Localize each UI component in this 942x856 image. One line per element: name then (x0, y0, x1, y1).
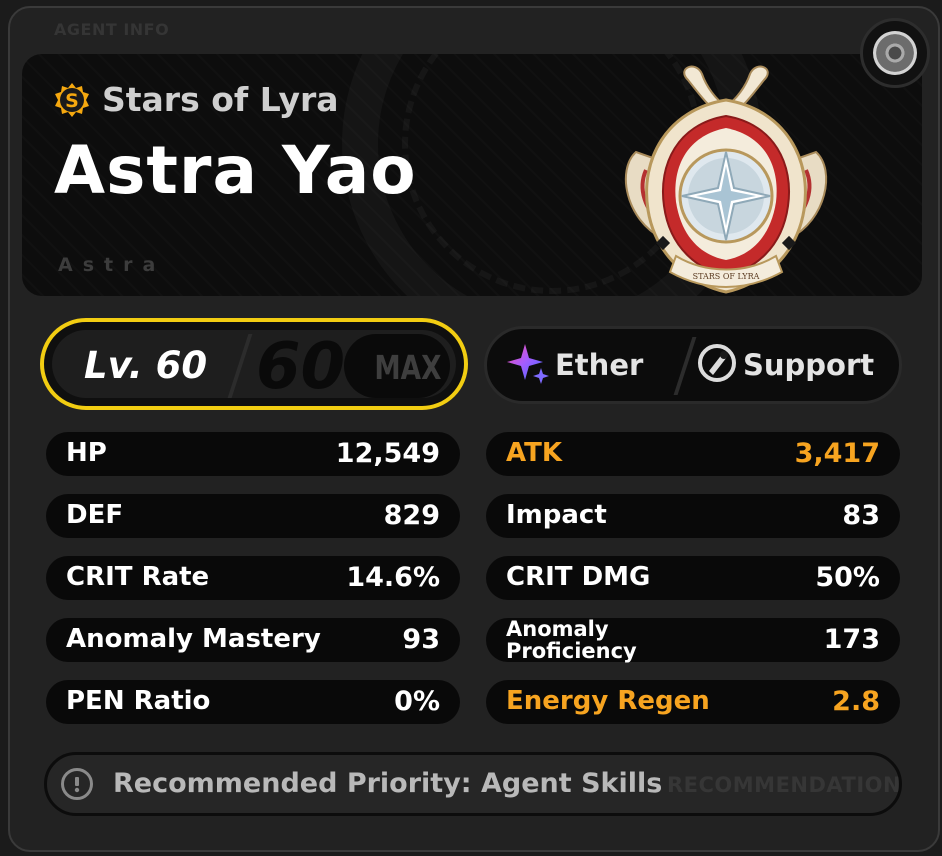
max-label: MAX (374, 348, 442, 387)
stat-row-energy-regen: Energy Regen 2.8 (486, 680, 900, 724)
stars-of-lyra-emblem: STARS OF LYRA (606, 60, 846, 296)
stat-row-anomaly-mastery: Anomaly Mastery 93 (46, 618, 460, 662)
attribute-ether: Ether (507, 329, 643, 401)
recommendation-text: Recommended Priority: Agent Skills (113, 768, 663, 799)
attribute-label: Ether (555, 348, 644, 382)
svg-text:S: S (65, 90, 79, 112)
recommendation-watermark: RECOMMENDATION (667, 773, 902, 797)
faction-row: S Stars of Lyra (54, 80, 339, 119)
stat-value: 93 (402, 624, 440, 655)
stat-value: 829 (383, 500, 440, 531)
support-icon (697, 343, 737, 387)
faction-name: Stars of Lyra (102, 80, 339, 119)
stat-name: Impact (506, 500, 607, 530)
stat-value: 0% (394, 686, 440, 717)
stat-value: 2.8 (832, 686, 880, 717)
agent-name: Astra Yao (54, 132, 417, 209)
s-rank-icon: S (54, 82, 90, 118)
stat-value: 3,417 (794, 438, 880, 469)
stat-value: 173 (823, 624, 880, 655)
stat-name: CRIT DMG (506, 562, 651, 592)
stat-row-hp: HP 12,549 (46, 432, 460, 476)
stat-name-line-2: Proficiency (506, 639, 637, 663)
stat-row-impact: Impact 83 (486, 494, 900, 538)
disc-button[interactable] (860, 18, 930, 88)
stat-name: Anomaly Proficiency (506, 618, 637, 662)
stat-name: CRIT Rate (66, 562, 210, 592)
attribute-specialty-box: Ether Support (484, 326, 902, 404)
stat-row-def: DEF 829 (46, 494, 460, 538)
level-divider (227, 334, 253, 398)
info-icon (61, 768, 93, 800)
svg-text:STARS OF LYRA: STARS OF LYRA (693, 272, 760, 281)
stat-name: DEF (66, 500, 124, 530)
stat-row-atk: ATK 3,417 (486, 432, 900, 476)
max-badge: MAX (344, 334, 450, 398)
agent-subtitle: Astra (58, 254, 166, 276)
stat-name: PEN Ratio (66, 686, 211, 716)
stat-name: Anomaly Mastery (66, 624, 321, 654)
stat-name: ATK (506, 438, 562, 468)
stat-value: 14.6% (346, 562, 440, 593)
level-max-number: 60 (256, 330, 346, 398)
stat-row-crit-rate: CRIT Rate 14.6% (46, 556, 460, 600)
type-divider (673, 337, 697, 395)
specialty-label: Support (743, 348, 875, 382)
stat-value: 83 (842, 500, 880, 531)
section-label: AGENT INFO (54, 20, 170, 39)
level-box: Lv. 60 60 MAX (40, 318, 468, 410)
level-inner: Lv. 60 60 MAX (52, 330, 456, 398)
agent-header-card: S Stars of Lyra Astra Yao Astra STARS OF… (22, 54, 922, 296)
stat-name: Energy Regen (506, 686, 710, 716)
stat-row-crit-dmg: CRIT DMG 50% (486, 556, 900, 600)
stat-value: 50% (815, 562, 880, 593)
stat-name-line-1: Anomaly (506, 617, 609, 641)
stat-name: HP (66, 438, 107, 468)
level-label: Lv. 60 (84, 344, 208, 387)
stat-row-pen-ratio: PEN Ratio 0% (46, 680, 460, 724)
stat-value: 12,549 (335, 438, 440, 469)
ether-sparkle-icon (507, 342, 549, 388)
recommendation-bar[interactable]: RECOMMENDATION Recommended Priority: Age… (44, 752, 902, 816)
disc-icon (873, 31, 917, 75)
stat-row-anomaly-proficiency: Anomaly Proficiency 173 (486, 618, 900, 662)
specialty-support: Support (697, 329, 874, 401)
